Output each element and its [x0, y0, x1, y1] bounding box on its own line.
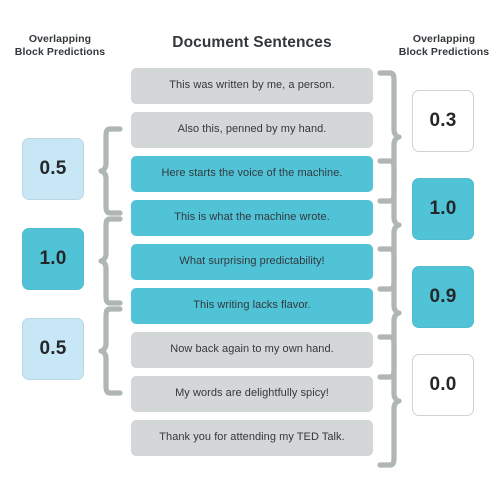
right-brace	[377, 334, 402, 468]
sentence-text: What surprising predictability!	[179, 255, 325, 268]
sentence-block: This writing lacks flavor.	[131, 288, 373, 324]
sentence-block: This is what the machine wrote.	[131, 200, 373, 236]
sentence-block: Now back again to my own hand.	[131, 332, 373, 368]
diagram-canvas: Overlapping Block Predictions Document S…	[0, 0, 504, 500]
left-prediction-box: 1.0	[22, 228, 84, 290]
prediction-value: 0.5	[39, 158, 67, 179]
left-brace	[98, 126, 123, 216]
prediction-value: 0.9	[429, 286, 457, 307]
right-prediction-box: 1.0	[412, 178, 474, 240]
left-prediction-box: 0.5	[22, 318, 84, 380]
left-prediction-box: 0.5	[22, 138, 84, 200]
prediction-value: 0.0	[429, 374, 457, 395]
right-column-header: Overlapping Block Predictions	[384, 33, 504, 60]
right-prediction-box: 0.9	[412, 266, 474, 328]
right-header-line-1: Overlapping	[412, 33, 476, 45]
prediction-value: 0.5	[39, 338, 67, 359]
right-prediction-box: 0.0	[412, 354, 474, 416]
prediction-value: 1.0	[39, 248, 67, 269]
left-header-line-2: Block Predictions	[14, 46, 106, 59]
prediction-value: 0.3	[429, 110, 457, 131]
sentence-text: My words are delightfully spicy!	[175, 387, 329, 400]
center-column-header: Document Sentences	[172, 34, 332, 51]
sentence-text: This writing lacks flavor.	[193, 299, 311, 312]
left-header-line-1: Overlapping	[28, 33, 92, 45]
left-column-header: Overlapping Block Predictions	[0, 33, 120, 60]
sentence-block: This was written by me, a person.	[131, 68, 373, 104]
sentence-block: My words are delightfully spicy!	[131, 376, 373, 412]
sentence-text: This was written by me, a person.	[169, 79, 335, 92]
left-brace	[98, 216, 123, 306]
sentence-text: Now back again to my own hand.	[170, 343, 334, 356]
sentence-text: Also this, penned by my hand.	[177, 123, 327, 136]
sentence-block: What surprising predictability!	[131, 244, 373, 280]
sentence-text: Here starts the voice of the machine.	[161, 167, 343, 180]
sentence-block: Thank you for attending my TED Talk.	[131, 420, 373, 456]
prediction-value: 1.0	[429, 198, 457, 219]
sentence-text: Thank you for attending my TED Talk.	[159, 431, 345, 444]
sentence-block: Here starts the voice of the machine.	[131, 156, 373, 192]
sentence-list: This was written by me, a person. Also t…	[131, 68, 373, 464]
sentence-block: Also this, penned by my hand.	[131, 112, 373, 148]
sentence-text: This is what the machine wrote.	[174, 211, 330, 224]
right-prediction-box: 0.3	[412, 90, 474, 152]
left-brace	[98, 306, 123, 396]
right-header-line-2: Block Predictions	[398, 46, 490, 59]
